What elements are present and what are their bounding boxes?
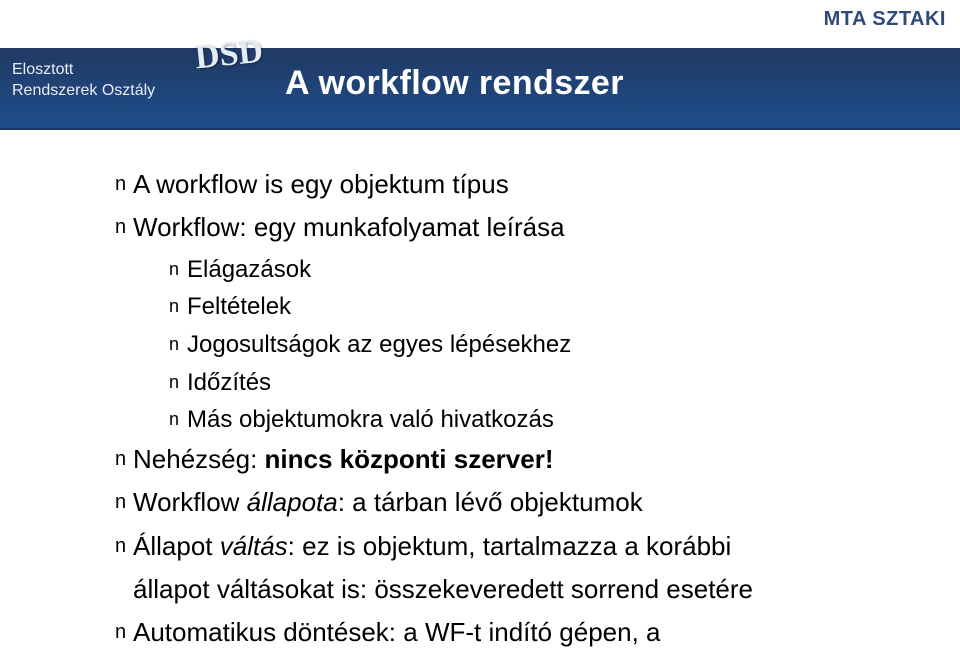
bullet-spacer <box>115 573 133 603</box>
list-item-text: Jogosultságok az egyes lépésekhez <box>187 330 920 361</box>
list-item: n Workflow: egy munkafolyamat leírása <box>115 211 920 244</box>
list-item: n Időzítés <box>169 368 920 399</box>
bullet-icon: n <box>169 368 187 394</box>
emphasized-text: nincs központi szerver! <box>265 444 554 474</box>
list-item: n Nehézség: nincs központi szerver! <box>115 443 920 476</box>
list-item-text: Workflow állapota: a tárban lévő objektu… <box>133 486 920 519</box>
italic-text: állapota <box>247 487 338 517</box>
list-item: n Jogosultságok az egyes lépésekhez <box>169 330 920 361</box>
text-fragment: Állapot <box>133 531 220 561</box>
list-item: n Workflow állapota: a tárban lévő objek… <box>115 486 920 519</box>
bullet-icon: n <box>115 211 133 241</box>
content-area: n A workflow is egy objektum típus n Wor… <box>115 168 920 661</box>
text-fragment: : ez is objektum, tartalmazza a korábbi <box>288 531 732 561</box>
list-item-text: A workflow is egy objektum típus <box>133 168 920 201</box>
dsd-badge: DSD <box>193 33 265 78</box>
bullet-icon: n <box>115 616 133 646</box>
list-item-text: Állapot váltás: ez is objektum, tartalma… <box>133 530 920 563</box>
bullet-icon: n <box>115 168 133 198</box>
list-item: n Automatikus döntések: a WF-t indító gé… <box>115 616 920 649</box>
org-name: MTA SZTAKI <box>824 8 946 31</box>
list-item-text: Automatikus döntések: a WF-t indító gépe… <box>133 616 920 649</box>
bullet-icon: n <box>169 405 187 431</box>
list-item-text: állapot váltásokat is: összekeveredett s… <box>133 573 920 606</box>
slide: MTA SZTAKI Elosztott Rendszerek Osztály … <box>0 0 960 661</box>
list-item-text: Feltételek <box>187 292 920 323</box>
text-fragment: : a tárban lévő objektumok <box>338 487 643 517</box>
list-item-text: Workflow: egy munkafolyamat leírása <box>133 211 920 244</box>
bullet-icon: n <box>169 330 187 356</box>
slide-title: A workflow rendszer <box>285 64 624 103</box>
sub-list: n Elágazások n Feltételek n Jogosultságo… <box>169 255 920 437</box>
text-fragment: Workflow <box>133 487 247 517</box>
list-item: n A workflow is egy objektum típus <box>115 168 920 201</box>
list-item-text: Időzítés <box>187 368 920 399</box>
dept-line1: Elosztott <box>12 61 73 78</box>
list-item-continuation: állapot váltásokat is: összekeveredett s… <box>115 573 920 606</box>
text-fragment: Nehézség: <box>133 444 265 474</box>
dept-line2: Rendszerek Osztály <box>12 82 155 99</box>
bullet-icon: n <box>169 292 187 318</box>
list-item: n Feltételek <box>169 292 920 323</box>
department-label: Elosztott Rendszerek Osztály <box>12 60 155 102</box>
italic-text: váltás <box>220 531 288 561</box>
bullet-icon: n <box>115 486 133 516</box>
bullet-icon: n <box>169 255 187 281</box>
bullet-icon: n <box>115 530 133 560</box>
list-item: n Elágazások <box>169 255 920 286</box>
list-item: n Más objektumokra való hivatkozás <box>169 405 920 436</box>
list-item-text: Nehézség: nincs központi szerver! <box>133 443 920 476</box>
bullet-icon: n <box>115 443 133 473</box>
list-item-text: Elágazások <box>187 255 920 286</box>
list-item-text: Más objektumokra való hivatkozás <box>187 405 920 436</box>
list-item: n Állapot váltás: ez is objektum, tartal… <box>115 530 920 563</box>
